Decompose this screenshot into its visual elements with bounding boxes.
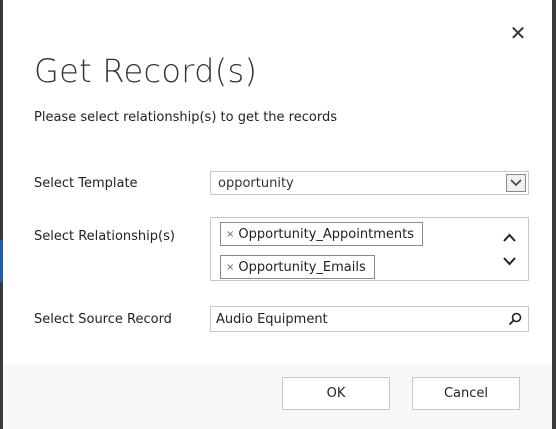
get-records-dialog: ✕ Get Record(s) Please select relationsh… <box>3 0 552 429</box>
source-record-lookup[interactable]: Audio Equipment <box>210 306 529 332</box>
template-select-value: opportunity <box>218 176 294 191</box>
dialog-subtitle: Please select relationship(s) to get the… <box>34 110 337 125</box>
relationship-chip-label: Opportunity_Emails <box>238 259 366 275</box>
source-record-value: Audio Equipment <box>216 312 328 327</box>
search-icon[interactable] <box>507 311 523 327</box>
source-record-label: Select Source Record <box>34 312 172 327</box>
chevron-up-icon[interactable] <box>500 228 518 246</box>
remove-icon[interactable]: × <box>226 229 234 240</box>
relationship-chip-label: Opportunity_Appointments <box>238 226 414 242</box>
relationships-list[interactable]: × Opportunity_Appointments × Opportunity… <box>210 217 529 281</box>
dialog-footer: OK Cancel <box>3 364 552 429</box>
chevron-down-icon[interactable] <box>500 252 518 270</box>
relationships-label: Select Relationship(s) <box>34 229 175 244</box>
dialog-title: Get Record(s) <box>34 52 258 90</box>
relationship-chip[interactable]: × Opportunity_Appointments <box>220 222 423 246</box>
template-label: Select Template <box>34 176 138 191</box>
remove-icon[interactable]: × <box>226 262 234 273</box>
relationship-chip[interactable]: × Opportunity_Emails <box>220 255 375 279</box>
window-frame-right <box>552 0 556 429</box>
template-select[interactable]: opportunity <box>210 171 529 195</box>
close-icon[interactable]: ✕ <box>507 22 529 44</box>
chevron-down-icon[interactable] <box>506 174 526 192</box>
cancel-button[interactable]: Cancel <box>412 377 520 410</box>
ok-button[interactable]: OK <box>282 377 390 410</box>
